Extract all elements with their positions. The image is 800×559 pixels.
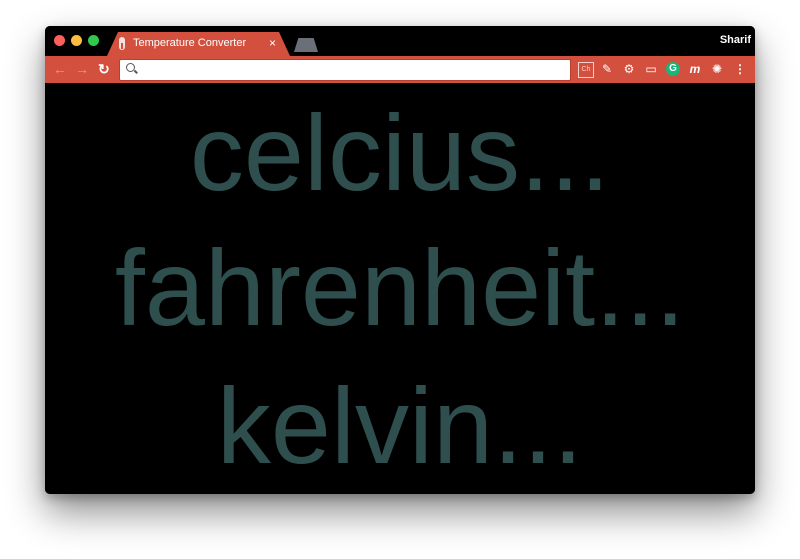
title-bar: Temperature Converter × Sharif xyxy=(45,26,755,56)
minimize-window-button[interactable] xyxy=(71,35,82,46)
eyedropper-icon[interactable]: ✎ xyxy=(600,62,614,76)
thermometer-icon xyxy=(119,37,125,50)
m-icon[interactable]: m xyxy=(688,62,702,76)
tab-title: Temperature Converter xyxy=(133,37,247,49)
profile-name[interactable]: Sharif xyxy=(720,34,751,46)
back-icon[interactable]: ← xyxy=(53,61,67,77)
reload-icon[interactable]: ↻ xyxy=(98,61,110,78)
word-kelvin: kelvin... xyxy=(216,365,584,486)
gear-icon[interactable]: ⚙ xyxy=(622,62,636,76)
browser-window: Temperature Converter × Sharif ← → ↻ Ch … xyxy=(45,26,755,494)
grammarly-icon[interactable]: G xyxy=(666,62,680,76)
word-fahrenheit: fahrenheit... xyxy=(114,227,686,348)
search-icon xyxy=(126,63,135,72)
browser-toolbar: ← → ↻ Ch ✎ ⚙ ▭ G m ✺ ⋮ xyxy=(45,56,755,83)
react-icon[interactable]: ✺ xyxy=(710,62,724,76)
tab-close-icon[interactable]: × xyxy=(269,36,276,50)
page-content: celcius... fahrenheit... kelvin... xyxy=(45,83,755,494)
new-tab-button[interactable] xyxy=(294,38,318,52)
ext-box-icon[interactable]: Ch xyxy=(578,62,594,78)
more-menu-icon[interactable]: ⋮ xyxy=(733,62,747,76)
close-window-button[interactable] xyxy=(54,35,65,46)
tab-temperature-converter[interactable]: Temperature Converter × xyxy=(107,32,290,56)
address-bar[interactable] xyxy=(119,59,571,81)
window-icon[interactable]: ▭ xyxy=(644,62,658,76)
word-celcius: celcius... xyxy=(189,92,611,213)
forward-icon[interactable]: → xyxy=(75,61,89,77)
maximize-window-button[interactable] xyxy=(88,35,99,46)
